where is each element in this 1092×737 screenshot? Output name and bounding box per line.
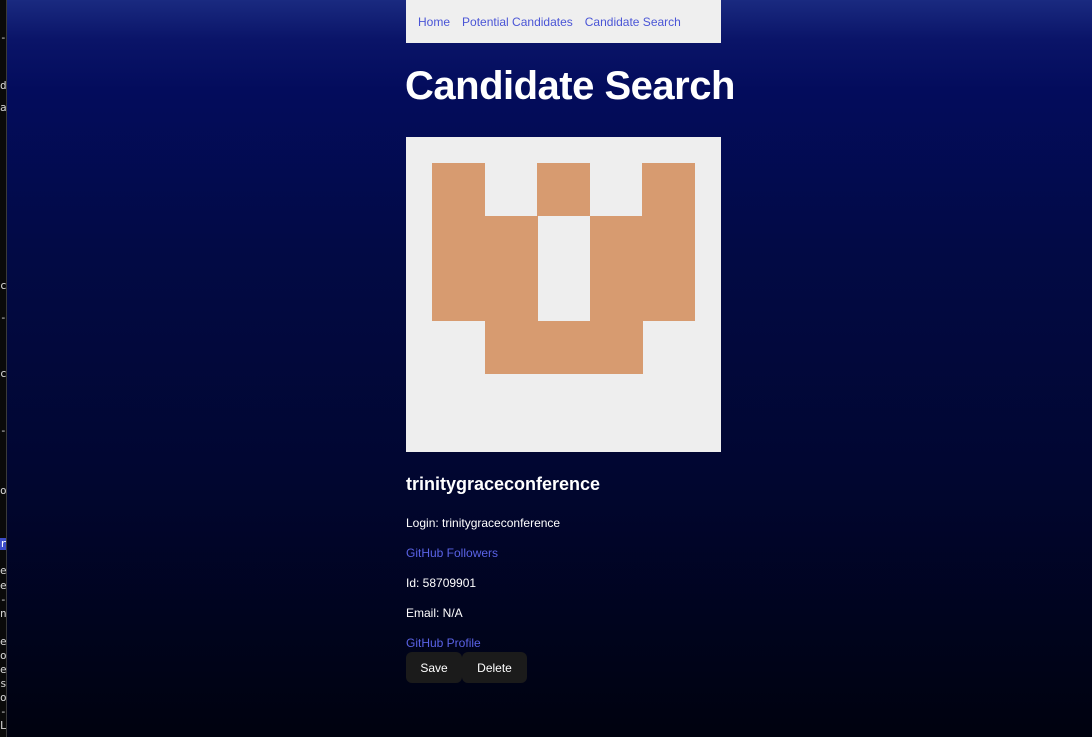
avatar-pixel xyxy=(432,163,485,321)
avatar-pixel xyxy=(590,216,643,374)
nav-link-potential-candidates[interactable]: Potential Candidates xyxy=(462,15,573,29)
nav-link-home[interactable]: Home xyxy=(418,15,450,29)
github-profile-link[interactable]: GitHub Profile xyxy=(406,636,481,650)
top-nav: Home Potential Candidates Candidate Sear… xyxy=(406,0,721,43)
avatar-pixel xyxy=(537,321,590,374)
delete-button[interactable]: Delete xyxy=(462,652,527,683)
nav-link-candidate-search[interactable]: Candidate Search xyxy=(585,15,681,29)
save-button[interactable]: Save xyxy=(406,652,462,683)
candidate-login: Login: trinitygraceconference xyxy=(406,516,561,530)
page-title: Candidate Search xyxy=(405,64,735,108)
avatar-pixel xyxy=(537,163,590,216)
candidate-name: trinitygraceconference xyxy=(406,474,601,494)
followers-row: GitHub Followers xyxy=(406,546,498,560)
candidate-email: Email: N/A xyxy=(406,606,463,620)
profile-row: GitHub Profile xyxy=(406,636,481,650)
background-terminal-window-edge: - d a c - c - o r e e - n e o e s o - L xyxy=(0,0,7,737)
avatar-pixel xyxy=(485,216,538,374)
candidate-id: Id: 58709901 xyxy=(406,576,477,590)
candidate-avatar xyxy=(406,137,721,452)
github-followers-link[interactable]: GitHub Followers xyxy=(406,546,498,560)
avatar-pixel xyxy=(642,163,695,321)
